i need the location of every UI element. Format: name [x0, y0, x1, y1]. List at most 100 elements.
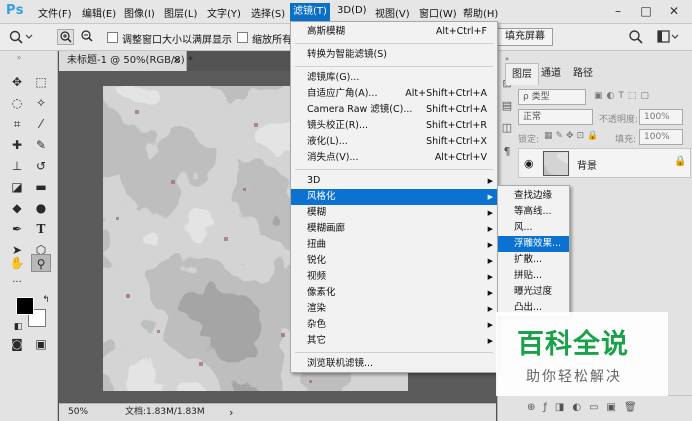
healing-brush-icon[interactable]: ✚: [7, 136, 27, 154]
adjustments-panel-icon[interactable]: ◫: [500, 121, 514, 135]
filter-item-noise[interactable]: 杂色 ▶: [291, 317, 497, 333]
move-tool-icon[interactable]: ✥: [7, 73, 27, 91]
filter-item-render[interactable]: 渲染 ▶: [291, 301, 497, 317]
opacity-field[interactable]: 100%: [639, 109, 683, 125]
stylize-trace-contour[interactable]: 等高线...: [498, 204, 569, 220]
eyedropper-icon[interactable]: ⁄: [31, 115, 51, 133]
zoom-in-icon[interactable]: [57, 29, 74, 45]
filter-item-3d[interactable]: 3D ▶: [291, 173, 497, 189]
layer-row-background[interactable]: ◉ 背景 🔒: [518, 148, 691, 178]
clone-stamp-icon[interactable]: ⊥: [7, 157, 27, 175]
menu-layer[interactable]: 图层(L): [164, 5, 197, 20]
fill-screen-button[interactable]: 填充屏幕: [497, 28, 553, 46]
stylize-solarize[interactable]: 曝光过度: [498, 284, 569, 300]
eraser-tool-icon[interactable]: ◪: [7, 178, 27, 196]
stylize-diffuse[interactable]: 扩散...: [498, 252, 569, 268]
menu-select[interactable]: 选择(S): [251, 5, 285, 20]
filter-item-pixelate[interactable]: 像素化 ▶: [291, 285, 497, 301]
stylize-tiles[interactable]: 拼贴...: [498, 268, 569, 284]
tools-collapse-icon[interactable]: »: [9, 54, 29, 62]
fill-field[interactable]: 100%: [639, 129, 683, 145]
layer-name[interactable]: 背景: [577, 157, 597, 172]
screen-mode-icon[interactable]: ▣: [31, 335, 51, 353]
layer-actions-icons[interactable]: ⊕ƒ◨◐▭▣🗑: [527, 402, 645, 413]
fill-label: 填充:: [615, 135, 637, 145]
blur-tool-icon[interactable]: ◆: [7, 199, 27, 217]
visibility-eye-icon[interactable]: ◉: [524, 157, 534, 170]
history-brush-icon[interactable]: ↺: [31, 157, 51, 175]
marquee-tool-icon[interactable]: ⬚: [31, 73, 51, 91]
hand-tool-icon[interactable]: ✋: [7, 254, 27, 272]
edit-toolbar-icon[interactable]: ···: [7, 274, 27, 292]
properties-panel-icon[interactable]: ▤: [500, 99, 514, 113]
layer-filter-icons[interactable]: ▣◐T⬚▢: [594, 91, 653, 101]
menu-3d[interactable]: 3D(D): [337, 5, 367, 16]
brush-tool-icon[interactable]: ✎: [31, 136, 51, 154]
quick-mask-icon[interactable]: ◙: [7, 335, 27, 353]
document-tab[interactable]: 未标题-1 @ 50%(RGB/8) * ×: [59, 51, 193, 71]
filter-item-adaptive-wide-angle[interactable]: 自适应广角(A)... Alt+Shift+Ctrl+A: [291, 86, 497, 102]
menu-file[interactable]: 文件(F): [38, 5, 72, 20]
filter-item-distort[interactable]: 扭曲 ▶: [291, 237, 497, 253]
zoom-tool-icon[interactable]: ⚲: [31, 254, 51, 272]
filter-item-gaussian-blur[interactable]: 高斯模糊 Alt+Ctrl+F: [291, 24, 497, 40]
filter-item-liquify[interactable]: 液化(L)... Shift+Ctrl+X: [291, 134, 497, 150]
stylize-find-edges[interactable]: 查找边缘: [498, 188, 569, 204]
lock-icons[interactable]: ▦✎✥⊡🔒: [544, 131, 601, 141]
zoom-level[interactable]: 50%: [68, 404, 88, 421]
workspace-icon[interactable]: [657, 29, 679, 45]
menu-window[interactable]: 窗口(W): [419, 5, 457, 20]
pen-tool-icon[interactable]: ✒: [7, 220, 27, 238]
zoom-out-icon[interactable]: [80, 29, 94, 45]
crop-tool-icon[interactable]: ⌗: [7, 115, 27, 133]
menu-view[interactable]: 视图(V): [375, 5, 410, 20]
resize-windows-checkbox[interactable]: [107, 32, 118, 43]
type-tool-icon[interactable]: T: [31, 220, 51, 238]
minimize-button[interactable]: –: [605, 2, 631, 20]
foreground-color-swatch[interactable]: [16, 297, 34, 315]
filter-item-vanishing-point[interactable]: 消失点(V)... Alt+Ctrl+V: [291, 150, 497, 166]
layer-kind-filter[interactable]: ρ 类型: [518, 89, 586, 105]
magic-wand-icon[interactable]: ✧: [31, 94, 51, 112]
swap-colors-icon[interactable]: ↰: [36, 291, 56, 309]
stylize-submenu: 查找边缘 等高线... 风... 浮雕效果... 扩散... 拼贴... 曝光过…: [497, 185, 570, 317]
filter-item-lens-correction[interactable]: 镜头校正(R)... Shift+Ctrl+R: [291, 118, 497, 134]
filter-item-sharpen[interactable]: 锐化 ▶: [291, 253, 497, 269]
default-colors-icon[interactable]: ◧: [8, 318, 28, 336]
menu-edit[interactable]: 编辑(E): [82, 5, 116, 20]
filter-item-stylize[interactable]: 风格化 ▶: [291, 189, 497, 205]
filter-item-filter-gallery[interactable]: 滤镜库(G)...: [291, 70, 497, 86]
tab-paths[interactable]: 路径: [567, 63, 599, 85]
maximize-button[interactable]: □: [633, 2, 659, 20]
menu-type[interactable]: 文字(Y): [207, 5, 241, 20]
zoom-all-windows-checkbox[interactable]: [237, 32, 248, 43]
paragraph-panel-icon[interactable]: ¶: [500, 145, 514, 159]
submenu-arrow-icon: ▶: [487, 321, 493, 329]
status-menu-arrow-icon[interactable]: ›: [229, 404, 233, 421]
search-icon[interactable]: [628, 29, 644, 45]
blend-mode-select[interactable]: 正常: [518, 109, 593, 125]
tab-layers[interactable]: 图层: [505, 63, 539, 85]
filter-item-video[interactable]: 视频 ▶: [291, 269, 497, 285]
close-tab-icon[interactable]: ×: [173, 51, 181, 71]
filter-item-blur-gallery[interactable]: 模糊画廊 ▶: [291, 221, 497, 237]
gradient-tool-icon[interactable]: ▬: [31, 178, 51, 196]
lasso-tool-icon[interactable]: ◌: [7, 94, 27, 112]
menu-help[interactable]: 帮助(H): [463, 5, 498, 20]
filter-item-smart-filter[interactable]: 转换为智能滤镜(S): [291, 47, 497, 63]
dodge-tool-icon[interactable]: ●: [31, 199, 51, 217]
filter-item-browse-online[interactable]: 浏览联机滤镜...: [291, 356, 497, 372]
menu-filter[interactable]: 滤镜(T): [290, 3, 330, 21]
zoom-tool-preset-icon[interactable]: [8, 29, 34, 45]
close-window-button[interactable]: ✕: [661, 2, 687, 20]
filter-item-camera-raw[interactable]: Camera Raw 滤镜(C)... Shift+Ctrl+A: [291, 102, 497, 118]
filter-item-other[interactable]: 其它 ▶: [291, 333, 497, 349]
menu-image[interactable]: 图像(I): [124, 5, 155, 20]
stylize-wind[interactable]: 风...: [498, 220, 569, 236]
filter-menu: 高斯模糊 Alt+Ctrl+F 转换为智能滤镜(S) 滤镜库(G)... 自适应广…: [290, 21, 498, 373]
watermark-title: 百科全说: [517, 329, 629, 360]
tab-channels[interactable]: 通道: [535, 63, 567, 85]
menu-separator: [295, 66, 493, 67]
filter-item-blur[interactable]: 模糊 ▶: [291, 205, 497, 221]
stylize-emboss[interactable]: 浮雕效果...: [498, 236, 569, 252]
